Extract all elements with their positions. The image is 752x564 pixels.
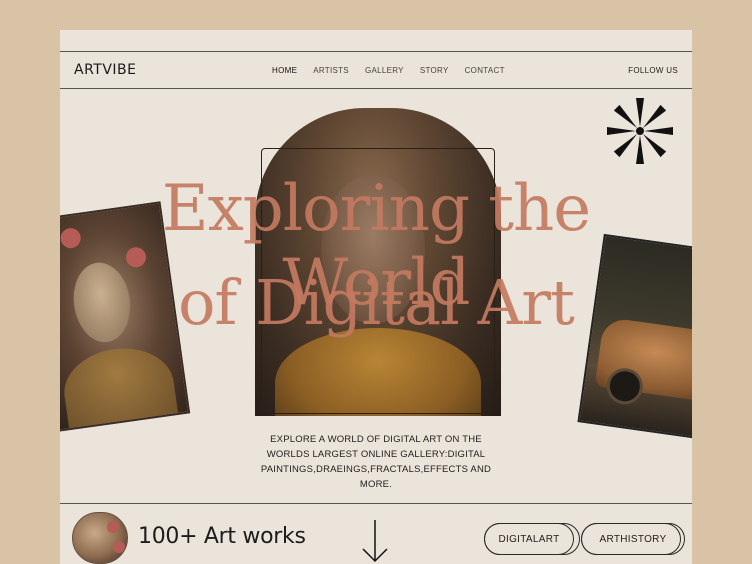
hero-title-line2: of Digital Art (178, 266, 575, 339)
follow-us-link[interactable]: FOLLOW US (628, 66, 678, 75)
arrow-down-icon[interactable] (360, 518, 390, 564)
tag-digitalart-button[interactable]: DIGITALART (484, 523, 580, 555)
logo[interactable]: ARTVIBE (74, 62, 137, 78)
tag-arthistory-button[interactable]: ARTHISTORY (581, 523, 685, 555)
nav-item-gallery[interactable]: GALLERY (365, 66, 404, 75)
flower-shape (107, 521, 119, 533)
portrait-chest (60, 341, 180, 433)
pill-outline (484, 523, 580, 555)
artworks-thumbnail[interactable] (72, 512, 128, 564)
nav-item-home[interactable]: HOME (272, 66, 297, 75)
nav-item-artists[interactable]: ARTISTS (313, 66, 349, 75)
top-nav: ARTVIBE HOME ARTISTS GALLERY STORY CONTA… (60, 51, 692, 89)
page-card: ARTVIBE HOME ARTISTS GALLERY STORY CONTA… (60, 30, 692, 564)
main-menu: HOME ARTISTS GALLERY STORY CONTACT (272, 66, 521, 75)
pill-outline (581, 523, 681, 555)
artworks-count: 100+ Art works (138, 524, 306, 549)
nav-item-story[interactable]: STORY (420, 66, 449, 75)
flower-shape (113, 541, 125, 553)
asterisk-icon (607, 98, 673, 164)
divider (60, 503, 692, 504)
hero-description: EXPLORE A WORLD OF DIGITAL ART ON THE WO… (260, 434, 492, 490)
nav-item-contact[interactable]: CONTACT (465, 66, 505, 75)
